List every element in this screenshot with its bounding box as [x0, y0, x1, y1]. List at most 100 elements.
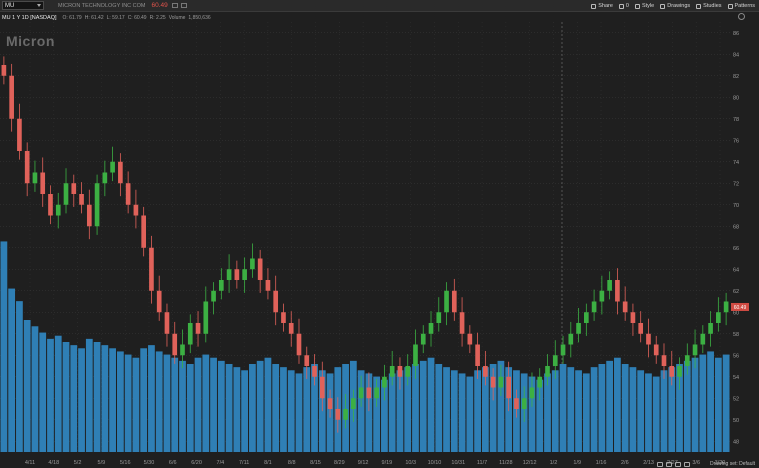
price-chart[interactable]: 48 50 52 54 56 58 60 62 64 66 68 70 72 74 76 78 80 82 84 86…	[0, 22, 759, 468]
candle-body	[257, 258, 263, 280]
toolbar-item-5[interactable]: Patterns	[727, 3, 755, 9]
patterns-icon	[727, 3, 733, 9]
candle-body	[172, 333, 178, 356]
x-tick-label: 5/30	[144, 460, 155, 466]
high-value: H: 61.42	[84, 14, 104, 21]
candle-body	[591, 301, 597, 313]
y-tick-label: 68	[733, 224, 739, 230]
volume-bar	[295, 373, 303, 452]
candle-body	[723, 301, 729, 313]
gear-icon[interactable]	[738, 13, 745, 20]
chart-svg[interactable]: 48 50 52 54 56 58 60 62 64 66 68 70 72 74 76 78 80 82 84 86…	[0, 22, 759, 468]
candle-body	[343, 409, 348, 420]
change-value: R: 2.25	[149, 14, 166, 21]
volume-bar	[582, 373, 590, 452]
candle-body	[265, 280, 271, 291]
toolbar-item-0[interactable]: Share	[591, 3, 613, 9]
candle-body	[646, 333, 651, 345]
volume-bar	[621, 364, 629, 452]
quote-icon[interactable]	[171, 3, 178, 8]
zoom-in-icon[interactable]	[675, 462, 681, 467]
candle-body	[1, 65, 7, 76]
candle-body	[281, 312, 286, 323]
y-tick-label: 54	[733, 375, 739, 381]
volume-bar	[23, 320, 31, 452]
candle-body	[351, 398, 356, 409]
volume-bar	[280, 367, 287, 452]
x-tick-label: 7/4	[217, 460, 225, 466]
x-tick-label: 4/18	[48, 460, 59, 466]
y-tick-label: 52	[733, 396, 739, 402]
x-tick-label: 8/15	[310, 460, 321, 466]
volume-bar	[691, 357, 699, 452]
volume-bar	[241, 370, 249, 452]
volume-bar	[109, 348, 116, 452]
y-tick-label: 78	[733, 117, 739, 123]
candle-body	[444, 290, 449, 313]
y-tick-label: 50	[733, 418, 739, 424]
volume-bar	[714, 357, 722, 452]
x-tick-label: 8/1	[264, 460, 272, 466]
y-tick-label: 62	[733, 289, 739, 295]
candle-body	[560, 344, 566, 356]
volume-bar	[652, 376, 660, 452]
candle-body	[467, 333, 473, 345]
candle-body	[413, 344, 418, 366]
x-tick-label: 3/6	[692, 460, 700, 466]
volume-bar	[39, 332, 47, 452]
x-tick-label: 10/31	[451, 460, 465, 466]
candle-body	[397, 366, 403, 377]
volume-bar	[47, 338, 54, 452]
drawing-set-label[interactable]: Drawing set: Default	[710, 461, 755, 467]
x-tick-label: 9/19	[382, 460, 393, 466]
zoom-out-icon[interactable]	[666, 462, 672, 467]
toolbar-item-3[interactable]: Drawings	[660, 3, 690, 9]
volume-bar	[287, 370, 295, 452]
volume-bar	[427, 357, 435, 452]
open-value: O: 61.79	[62, 14, 82, 21]
candle-body	[700, 333, 706, 345]
volume-bar	[233, 367, 241, 452]
volume-bar	[70, 345, 78, 452]
candle-body	[684, 355, 690, 366]
x-tick-label: 7/11	[239, 460, 249, 466]
volume-bar	[264, 357, 272, 452]
scroll-left-icon[interactable]	[657, 462, 663, 467]
x-tick-label: 10/10	[428, 460, 442, 466]
toolbar-item-4[interactable]: Studies	[696, 3, 722, 9]
candle-body	[420, 333, 426, 345]
candle-body	[638, 323, 644, 334]
x-tick-label: 4/11	[25, 460, 35, 466]
toolbar-item-1[interactable]: 0	[618, 3, 629, 9]
y-tick-label: 64	[733, 267, 739, 273]
candle-body	[288, 323, 294, 334]
candle-body	[358, 387, 364, 399]
y-tick-label: 84	[733, 52, 739, 58]
candle-body	[335, 409, 341, 420]
detail-icon[interactable]	[180, 3, 187, 8]
x-tick-label: 6/20	[191, 460, 202, 466]
volume-bar	[575, 370, 582, 452]
volume-bar	[637, 370, 645, 452]
volume-bar	[155, 351, 163, 452]
toolbar-item-label: Style	[641, 3, 655, 9]
volume-bar	[303, 367, 311, 452]
candle-body	[506, 376, 511, 399]
alert-icon	[618, 3, 624, 9]
style-icon	[634, 3, 640, 9]
volume-bar	[148, 345, 155, 452]
symbol-input[interactable]: MU	[2, 1, 44, 10]
y-tick-label: 56	[733, 353, 739, 359]
candle-body	[428, 323, 434, 334]
x-tick-label: 5/9	[98, 460, 106, 466]
y-tick-label: 70	[733, 203, 739, 209]
toolbar-item-2[interactable]: Style	[634, 3, 655, 9]
volume-bar	[163, 354, 171, 452]
y-tick-label: 66	[733, 246, 739, 252]
candle-body	[653, 344, 659, 356]
candle-body	[366, 387, 372, 399]
share-icon	[591, 3, 597, 9]
volume-bar	[101, 345, 109, 452]
chevron-down-icon[interactable]	[37, 4, 41, 7]
reset-zoom-icon[interactable]	[684, 462, 690, 467]
